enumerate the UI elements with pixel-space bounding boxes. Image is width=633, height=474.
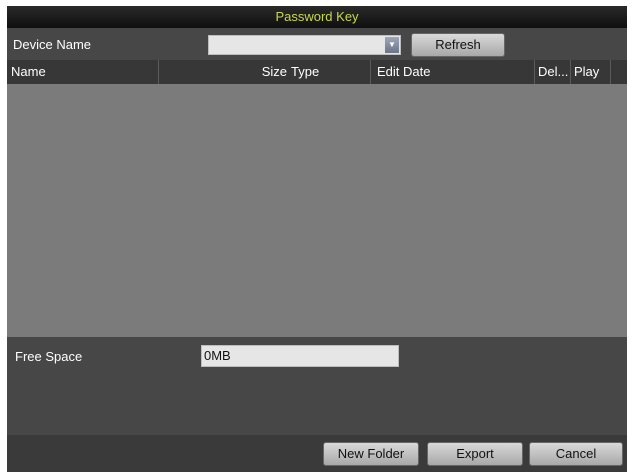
password-key-dialog: Password Key Device Name ▼ Refresh Name … — [7, 6, 627, 472]
refresh-button[interactable]: Refresh — [411, 33, 505, 57]
column-header-type[interactable]: Type — [289, 60, 371, 84]
column-header-play[interactable]: Play — [571, 60, 611, 84]
footer-bar: New Folder Export Cancel — [7, 435, 627, 472]
device-name-label: Device Name — [13, 37, 92, 52]
device-row: Device Name ▼ Refresh — [7, 32, 627, 60]
free-space-field: 0MB — [201, 345, 399, 367]
file-list-table[interactable]: Name Size Type Edit Date Del... Play — [7, 60, 627, 337]
column-header-edit-date[interactable]: Edit Date — [371, 60, 535, 84]
column-header-delete[interactable]: Del... — [535, 60, 571, 84]
column-header-name[interactable]: Name — [7, 60, 159, 84]
device-name-select[interactable]: ▼ — [208, 35, 401, 55]
table-header: Name Size Type Edit Date Del... Play — [7, 60, 627, 84]
column-header-size[interactable]: Size — [159, 60, 289, 84]
chevron-down-icon[interactable]: ▼ — [385, 37, 399, 53]
dialog-title: Password Key — [7, 6, 627, 28]
new-folder-button[interactable]: New Folder — [323, 442, 419, 466]
export-button[interactable]: Export — [427, 442, 523, 466]
cancel-button[interactable]: Cancel — [529, 442, 623, 466]
free-space-label: Free Space — [15, 349, 83, 364]
